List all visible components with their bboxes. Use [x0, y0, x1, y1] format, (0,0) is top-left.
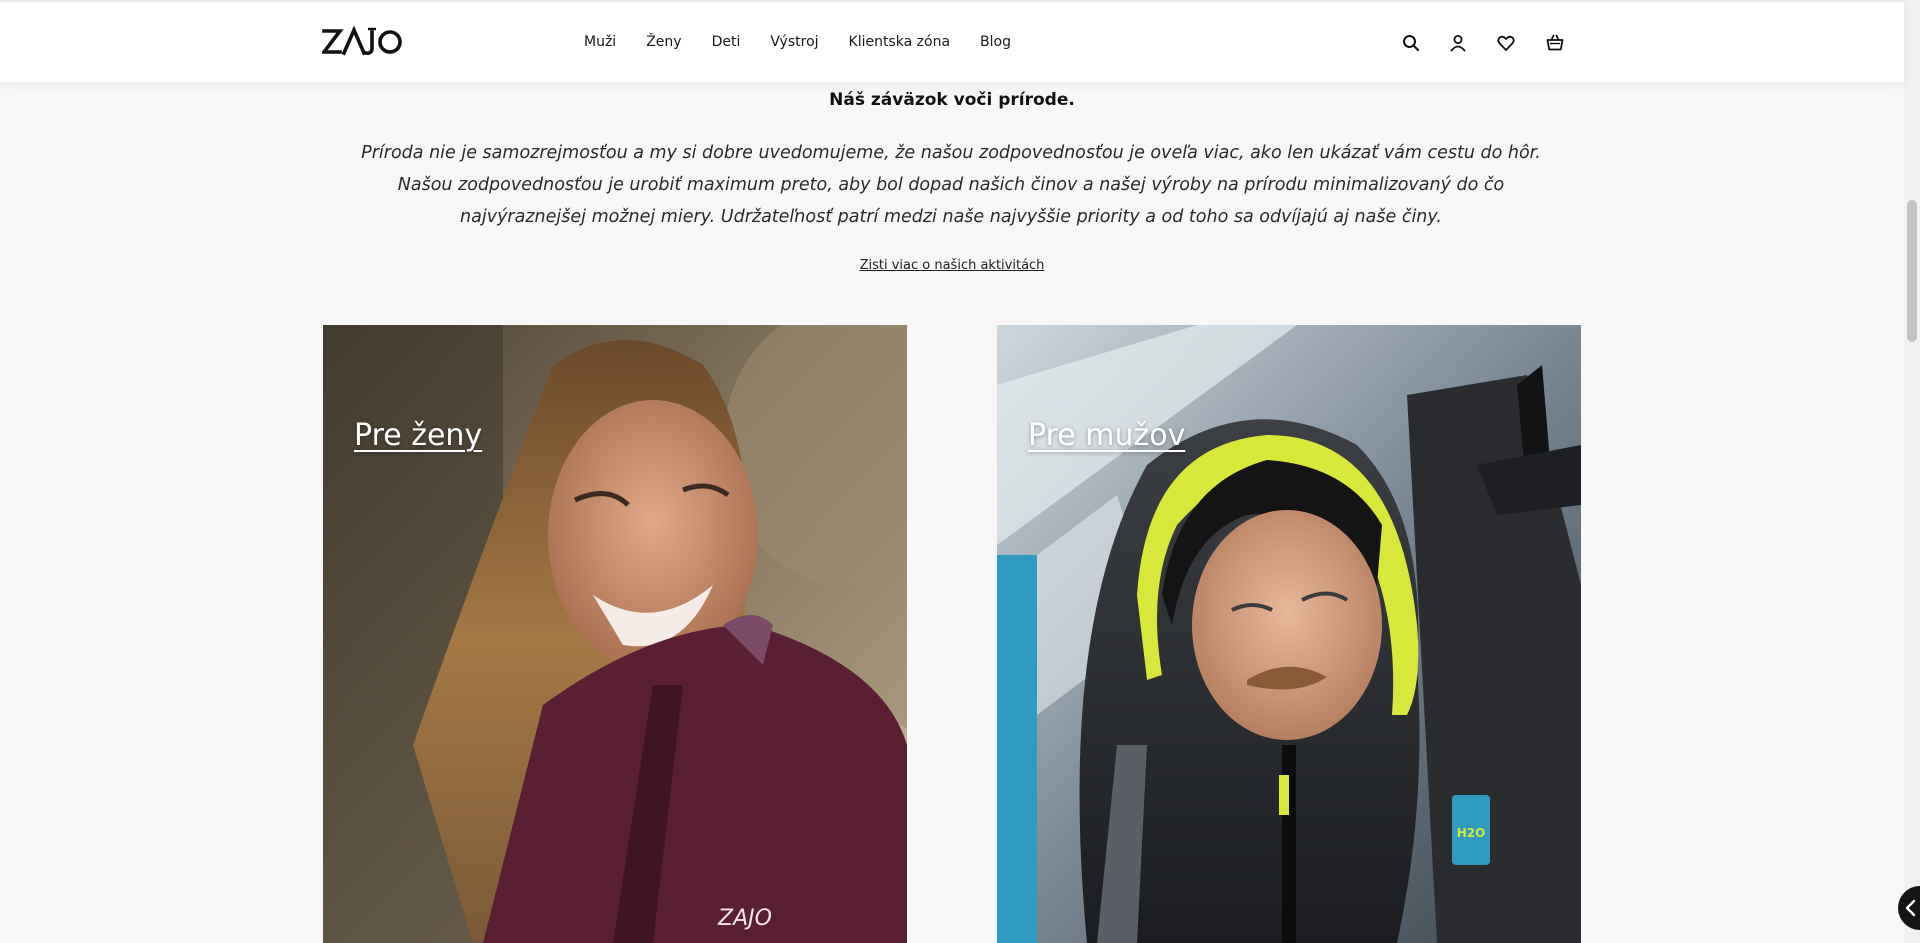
page-scrollbar-thumb[interactable] — [1907, 200, 1917, 342]
zajo-logo[interactable] — [320, 25, 404, 56]
nav-item-gear[interactable]: Výstroj — [770, 34, 818, 50]
chat-widget-button[interactable] — [1898, 886, 1920, 930]
for-women-link[interactable]: Pre ženy — [354, 418, 482, 453]
nav-item-men[interactable]: Muži — [584, 34, 616, 50]
jacket-brand-text: ZAJO — [717, 906, 772, 931]
nav-item-women[interactable]: Ženy — [646, 34, 681, 50]
commitment-paragraph: Príroda nie je samozrejmosťou a my si do… — [361, 143, 1541, 227]
commitment-title: Náš záväzok voči prírode. — [829, 90, 1075, 110]
men-category-card[interactable]: H2O Pre mužov — [997, 325, 1581, 943]
nav-item-kids[interactable]: Deti — [712, 34, 741, 50]
chevron-left-icon — [1905, 899, 1916, 917]
nav-item-client-zone[interactable]: Klientska zóna — [849, 34, 951, 50]
backpack-badge-text: H2O — [1457, 826, 1486, 840]
page-scrollbar-track[interactable] — [1904, 0, 1920, 943]
for-men-link[interactable]: Pre mužov — [1028, 418, 1185, 453]
commitment-link-row: Zisti viac o našich aktivitách — [0, 258, 1904, 273]
zajo-logo-mark — [320, 25, 402, 56]
learn-more-activities-link[interactable]: Zisti viac o našich aktivitách — [860, 258, 1045, 273]
women-category-card[interactable]: ZAJO Pre ženy — [323, 325, 907, 943]
main-navigation: Muži Ženy Deti Výstroj Klientska zóna Bl… — [584, 2, 1011, 82]
nav-item-blog[interactable]: Blog — [980, 34, 1011, 50]
cart-basket-icon[interactable] — [1544, 32, 1566, 54]
site-header: Muži Ženy Deti Výstroj Klientska zóna Bl… — [0, 2, 1904, 82]
wishlist-heart-icon[interactable] — [1495, 32, 1517, 54]
account-icon[interactable] — [1447, 32, 1469, 54]
search-icon[interactable] — [1400, 32, 1422, 54]
